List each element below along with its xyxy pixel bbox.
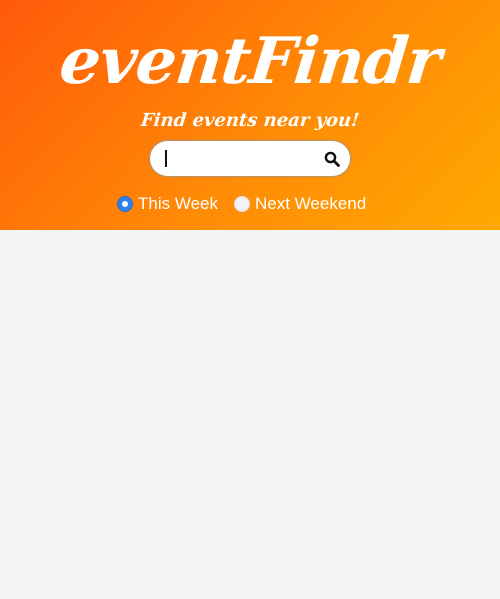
tagline: Find events near you!	[139, 110, 361, 131]
app-logo: eventFindr	[56, 24, 444, 99]
date-filter-group: This Week Next Weekend	[0, 190, 500, 218]
radio-selected-icon[interactable]	[117, 196, 133, 212]
radio-label-this-week: This Week	[138, 194, 218, 213]
search-input[interactable]	[164, 146, 314, 171]
results-area	[0, 230, 500, 599]
radio-unselected-icon[interactable]	[234, 196, 250, 212]
radio-this-week[interactable]: This Week	[117, 190, 218, 218]
text-cursor	[165, 150, 167, 167]
radio-label-next-weekend: Next Weekend	[255, 194, 367, 213]
search-icon[interactable]	[324, 151, 340, 167]
radio-next-weekend[interactable]: Next Weekend	[234, 190, 366, 218]
search-bar	[150, 141, 350, 176]
header-banner: eventFindr Find events near you! This We…	[0, 0, 500, 230]
